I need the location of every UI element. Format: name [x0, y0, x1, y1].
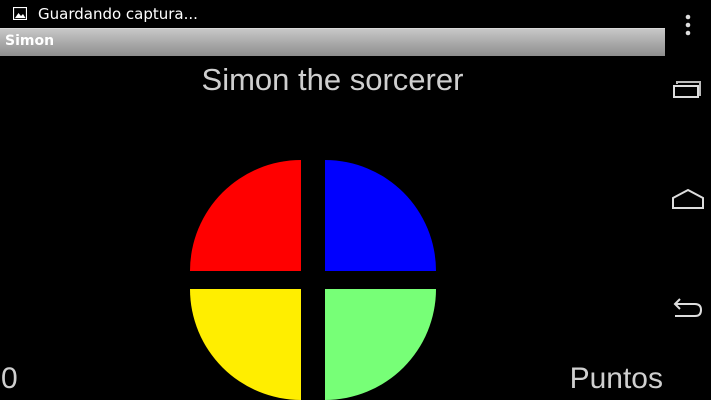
notification-text: Guardando captura...	[38, 5, 198, 23]
recent-apps-icon	[673, 81, 701, 98]
simon-blue-button[interactable]	[325, 160, 436, 271]
navigation-bar	[665, 0, 711, 400]
recent-apps-button[interactable]	[665, 70, 711, 106]
simon-red-button[interactable]	[190, 160, 301, 271]
overflow-menu-icon	[685, 14, 691, 36]
simon-green-button[interactable]	[325, 289, 436, 400]
home-button[interactable]	[665, 182, 711, 218]
score-label: Puntos	[569, 362, 663, 395]
app-title: Simon	[5, 33, 55, 49]
score-value: 0	[1, 362, 18, 395]
home-icon	[672, 188, 704, 209]
status-bar: Guardando captura...	[0, 0, 665, 28]
action-bar: Simon	[0, 28, 665, 56]
simon-yellow-button[interactable]	[190, 289, 301, 400]
image-icon	[13, 7, 27, 20]
overflow-menu-button[interactable]	[665, 10, 711, 38]
game-title: Simon the sorcerer	[201, 62, 464, 97]
back-icon	[673, 298, 703, 317]
back-button[interactable]	[665, 292, 711, 328]
